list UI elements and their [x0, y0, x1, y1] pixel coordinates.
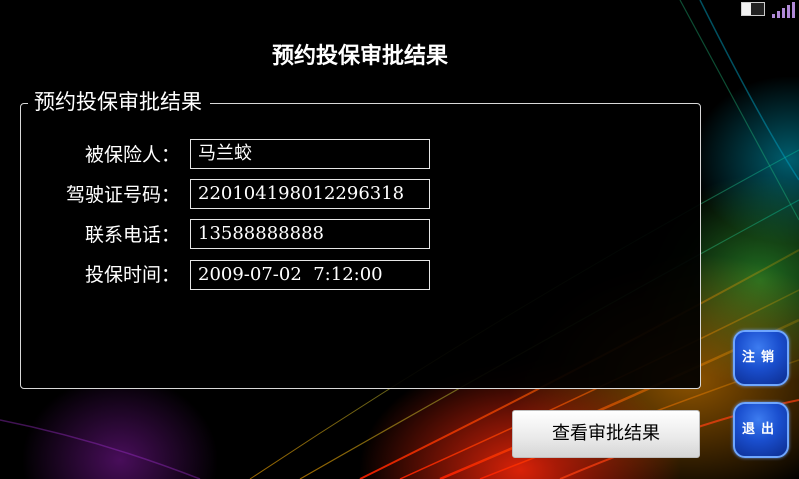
battery-icon — [741, 2, 765, 16]
check-result-button[interactable]: 查看审批结果 — [512, 410, 700, 458]
signal-strength-icon — [772, 2, 798, 18]
insured-name-label: 被保险人： — [84, 144, 180, 166]
phone-label: 联系电话： — [84, 224, 180, 246]
groupbox-legend: 预约投保审批结果 — [28, 88, 210, 116]
logout-button[interactable]: 注销 — [733, 330, 789, 386]
insure-time-field: 2009-07-02 7:12:00 — [190, 260, 430, 290]
license-number-label: 驾驶证号码： — [65, 184, 180, 206]
phone-field: 13588888888 — [190, 219, 430, 249]
page-title: 预约投保审批结果 — [271, 43, 448, 69]
license-number-field: 220104198012296318 — [190, 179, 430, 209]
insure-time-label: 投保时间： — [84, 264, 180, 286]
exit-button[interactable]: 退出 — [733, 402, 789, 458]
insured-name-field: 马兰蛟 — [190, 139, 430, 169]
